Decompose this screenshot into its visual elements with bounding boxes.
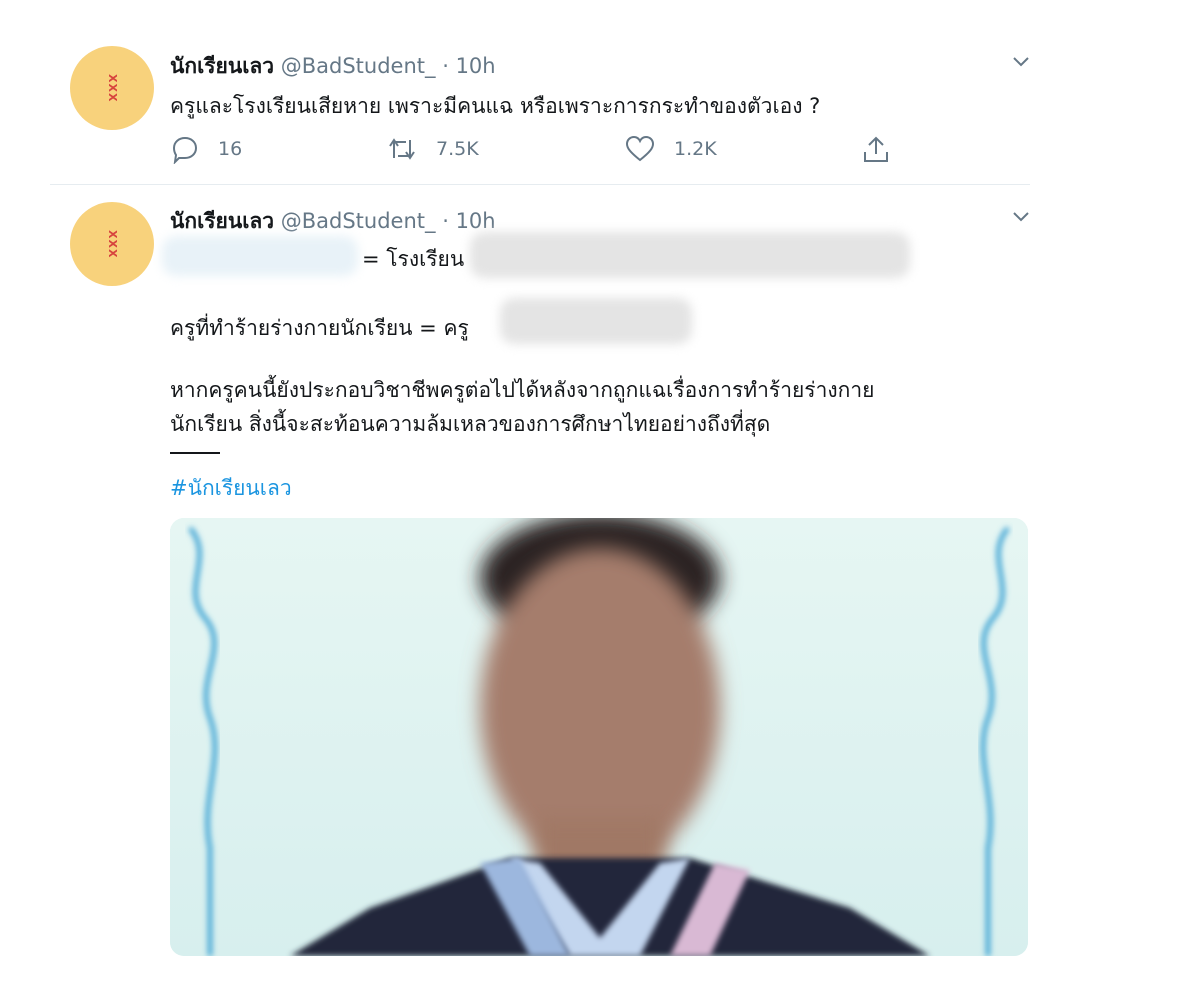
share-button[interactable] [860, 134, 910, 164]
separator-dot: · [442, 209, 449, 233]
author-handle[interactable]: @BadStudent_ [281, 54, 436, 78]
tweet-1[interactable]: XXX นักเรียนเลว @BadStudent_ · 10h ครูแล… [0, 0, 1200, 185]
redacted-school-blur [470, 232, 910, 278]
retweet-icon [389, 138, 415, 160]
timestamp[interactable]: 10h [456, 209, 496, 233]
tweet-image[interactable] [170, 518, 1028, 956]
avatar[interactable]: XXX [70, 46, 154, 130]
avatar-text: XXX [106, 229, 119, 259]
redacted-teacher-blur [500, 298, 692, 344]
reply-icon [172, 136, 198, 164]
separator-rule [170, 452, 220, 454]
timestamp[interactable]: 10h [456, 54, 496, 78]
separator-dot: · [442, 54, 449, 78]
teacher-line: ครูที่ทำร้ายร่างกายนักเรียน = ครู [170, 316, 469, 340]
tweet-text: ครูและโรงเรียนเสียหาย เพราะมีคนแฉ หรือเพ… [170, 94, 821, 118]
like-count: 1.2K [674, 138, 717, 160]
school-line: = โรงเรียน [362, 247, 465, 271]
author-name[interactable]: นักเรียนเลว [170, 209, 274, 233]
retweet-count: 7.5K [436, 138, 479, 160]
chevron-down-icon[interactable] [1010, 205, 1032, 227]
chevron-down-icon[interactable] [1010, 50, 1032, 72]
avatar-text: XXX [106, 73, 119, 103]
retweet-button[interactable]: 7.5K [386, 134, 479, 164]
blurred-portrait-image [170, 518, 1028, 956]
avatar[interactable]: XXX [70, 202, 154, 286]
author-handle[interactable]: @BadStudent_ [281, 209, 436, 233]
author-name[interactable]: นักเรียนเลว [170, 54, 274, 78]
heart-icon [625, 135, 655, 162]
reply-button[interactable]: 16 [170, 134, 242, 164]
hashtag-link[interactable]: #นักเรียนเลว [170, 472, 292, 505]
reply-count: 16 [218, 138, 243, 160]
like-button[interactable]: 1.2K [624, 134, 717, 164]
body-line-2: นักเรียน สิ่งนี้จะสะท้อนความล้มเหลวของกา… [170, 412, 771, 436]
share-icon [864, 136, 888, 162]
body-line-1: หากครูคนนี้ยังประกอบวิชาชีพครูต่อไปได้หล… [170, 378, 875, 402]
redacted-name-blur [162, 236, 358, 276]
